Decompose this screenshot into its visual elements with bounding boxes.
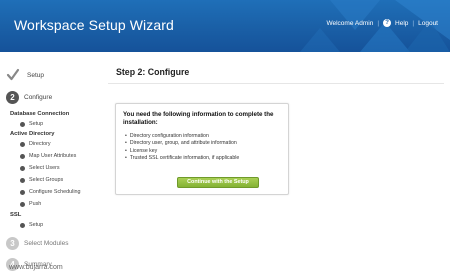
requirements-list: Directory configuration information Dire… — [125, 133, 239, 162]
step-label: Select Modules — [24, 240, 69, 247]
sidebar-item-label: Push — [29, 201, 42, 207]
bullet-icon — [20, 189, 25, 195]
group-active-directory: Active Directory — [10, 131, 55, 137]
sidebar-item-label: Map User Attributes — [29, 153, 77, 159]
divider — [108, 83, 444, 84]
app-title: Workspace Setup Wizard — [14, 17, 174, 33]
welcome-text: Welcome Admin — [326, 19, 374, 27]
sidebar-item-label: Setup — [29, 222, 44, 228]
step-number-badge: 2 — [6, 91, 19, 104]
help-icon[interactable]: ? — [383, 19, 392, 27]
bullet-icon — [20, 201, 25, 207]
sidebar-item-map-user-attributes[interactable]: Map User Attributes — [20, 153, 76, 159]
sidebar-item-label: Directory — [29, 141, 51, 147]
group-database-connection: Database Connection — [10, 111, 70, 117]
page-title: Step 2: Configure — [116, 67, 190, 77]
link-separator: | — [412, 19, 415, 27]
step-number-badge: 3 — [6, 237, 19, 250]
step-setup[interactable]: Setup — [6, 68, 44, 82]
sidebar-item-select-users[interactable]: Select Users — [20, 165, 60, 171]
sidebar-item-label: Setup — [29, 121, 44, 127]
sidebar-item-label: Configure Scheduling — [29, 189, 81, 195]
list-item: Directory user, group, and attribute inf… — [125, 140, 239, 147]
sidebar-item-label: Select Groups — [29, 177, 64, 183]
bullet-icon — [20, 121, 25, 127]
sidebar-item-select-groups[interactable]: Select Groups — [20, 177, 63, 183]
sidebar-item-push[interactable]: Push — [20, 201, 41, 207]
sidebar-item-directory[interactable]: Directory — [20, 141, 51, 147]
step-select-modules[interactable]: 3 Select Modules — [6, 237, 68, 250]
logout-link[interactable]: Logout — [418, 20, 438, 27]
bullet-icon — [20, 177, 25, 183]
sidebar-item-db-setup[interactable]: Setup — [20, 121, 43, 127]
list-item: Trusted SSL certificate information, if … — [125, 155, 239, 162]
link-separator: | — [377, 19, 380, 27]
bullet-icon — [20, 222, 25, 228]
step-configure[interactable]: 2 Configure — [6, 91, 52, 104]
sidebar-item-label: Select Users — [29, 165, 60, 171]
requirements-panel: You need the following information to co… — [115, 103, 289, 195]
bullet-icon — [20, 141, 25, 147]
list-item: Directory configuration information — [125, 133, 239, 140]
watermark: www.bujarra.com — [9, 264, 63, 271]
help-link[interactable]: Help — [395, 20, 408, 27]
continue-setup-button[interactable]: Continue with the Setup Wizard » — [177, 177, 259, 194]
app-header: Workspace Setup Wizard Welcome Admin | ?… — [0, 0, 450, 52]
group-ssl: SSL — [10, 212, 22, 218]
sidebar-item-ssl-setup[interactable]: Setup — [20, 222, 43, 228]
list-item: License key — [125, 148, 239, 155]
checkmark-icon — [6, 68, 20, 82]
bullet-icon — [20, 153, 25, 159]
bullet-icon — [20, 165, 25, 171]
requirements-heading: You need the following information to co… — [123, 111, 274, 126]
top-links: Welcome Admin | ? Help | Logout — [326, 19, 438, 27]
sidebar-item-configure-scheduling[interactable]: Configure Scheduling — [20, 189, 81, 195]
step-label: Setup — [27, 71, 44, 79]
step-label: Configure — [24, 94, 53, 101]
